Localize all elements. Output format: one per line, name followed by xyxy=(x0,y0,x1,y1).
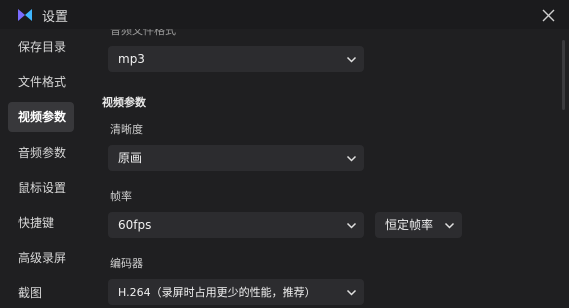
sidebar-item-label: 视频参数 xyxy=(18,110,67,124)
sidebar-item-label: 高级录屏 xyxy=(18,251,67,265)
sidebar-item-video-params[interactable]: 视频参数 xyxy=(8,102,74,132)
encoder-label: 编码器 xyxy=(110,257,143,270)
app-logo-icon xyxy=(18,9,32,21)
audio-format-value: mp3 xyxy=(118,52,145,66)
sidebar-item-save-dir[interactable]: 保存目录 xyxy=(8,32,74,62)
sidebar-item-mouse-settings[interactable]: 鼠标设置 xyxy=(8,173,74,203)
framerate-mode-select[interactable]: 恒定帧率 xyxy=(375,212,462,238)
sidebar-item-label: 保存目录 xyxy=(18,40,67,54)
clarity-label: 清晰度 xyxy=(110,123,143,136)
chevron-down-icon xyxy=(346,155,357,162)
video-section-title: 视频参数 xyxy=(102,96,146,109)
sidebar-item-label: 音频参数 xyxy=(18,146,67,160)
window-title: 设置 xyxy=(42,10,69,25)
sidebar-item-label: 文件格式 xyxy=(18,75,67,89)
audio-format-select[interactable]: mp3 xyxy=(108,46,364,72)
sidebar-item-label: 截图 xyxy=(18,286,43,300)
sidebar: 保存目录 文件格式 视频参数 音频参数 鼠标设置 快捷键 高级录屏 截图 xyxy=(0,29,80,308)
chevron-down-icon xyxy=(346,222,357,229)
close-icon xyxy=(542,9,554,21)
sidebar-item-label: 快捷键 xyxy=(18,216,55,230)
settings-content: 音频文件格式 mp3 视频参数 清晰度 原画 帧率 60fps 恒定帧率 编码器… xyxy=(80,29,569,308)
clarity-value: 原画 xyxy=(118,151,143,165)
sidebar-item-advanced-recording[interactable]: 高级录屏 xyxy=(8,243,74,273)
sidebar-item-file-format[interactable]: 文件格式 xyxy=(8,67,74,97)
sidebar-item-label: 鼠标设置 xyxy=(18,181,67,195)
close-button[interactable] xyxy=(538,5,558,25)
encoder-select[interactable]: H.264（录屏时占用更少的性能，推荐） xyxy=(108,279,364,305)
encoder-value: H.264（录屏时占用更少的性能，推荐） xyxy=(118,286,316,299)
scrollbar[interactable] xyxy=(562,40,565,110)
audio-format-label: 音频文件格式 xyxy=(110,29,176,37)
title-bar: 设置 xyxy=(0,0,569,29)
sidebar-item-audio-params[interactable]: 音频参数 xyxy=(8,138,74,168)
settings-window: 设置 保存目录 文件格式 视频参数 音频参数 鼠标设置 快捷键 高级录屏 截图 … xyxy=(0,0,569,308)
sidebar-item-screenshot[interactable]: 截图 xyxy=(8,278,74,308)
framerate-mode-value: 恒定帧率 xyxy=(385,218,434,232)
sidebar-item-shortcuts[interactable]: 快捷键 xyxy=(8,208,74,238)
clarity-select[interactable]: 原画 xyxy=(108,145,364,171)
framerate-label: 帧率 xyxy=(110,190,132,203)
chevron-down-icon xyxy=(346,56,357,63)
framerate-select[interactable]: 60fps xyxy=(108,212,364,238)
chevron-down-icon xyxy=(444,222,455,229)
framerate-value: 60fps xyxy=(118,218,152,232)
chevron-down-icon xyxy=(346,289,357,296)
